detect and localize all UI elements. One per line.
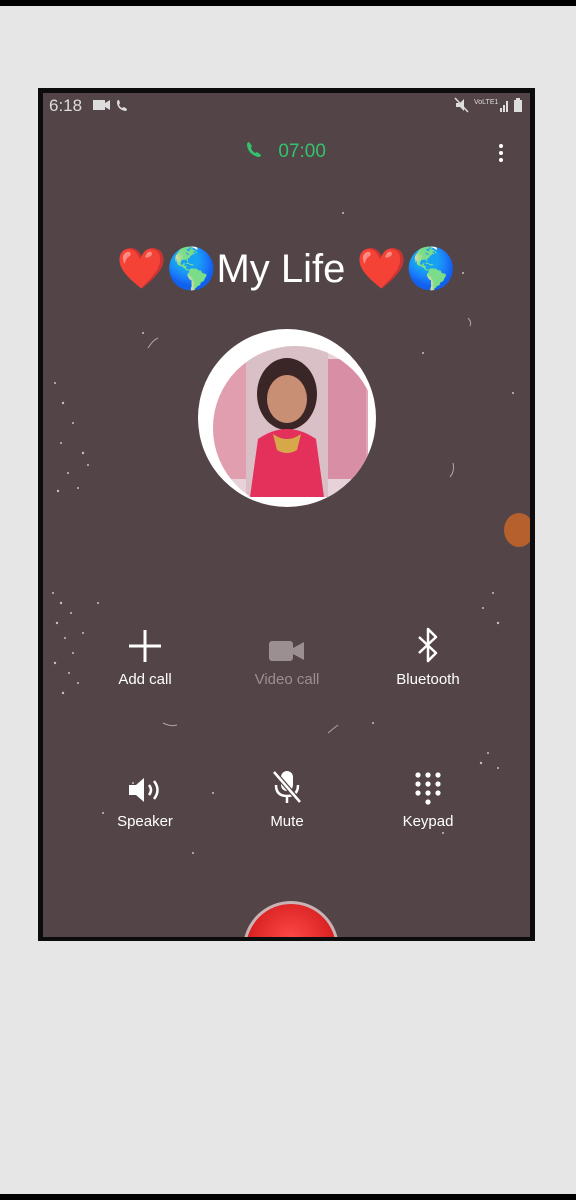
- more-options-icon[interactable]: [498, 143, 504, 163]
- bluetooth-label: Bluetooth: [396, 671, 460, 688]
- signal-icon: [500, 101, 508, 112]
- mute-icon: [454, 97, 469, 113]
- caller-name: ❤️🌎My Life ❤️🌎: [116, 247, 457, 291]
- bluetooth-button[interactable]: Bluetooth: [368, 619, 488, 688]
- microphone-off-icon: [227, 761, 347, 805]
- bluetooth-icon: [368, 619, 488, 663]
- floating-app-bubble[interactable]: [504, 513, 530, 547]
- end-call-button[interactable]: [243, 901, 339, 937]
- phone-icon: [117, 100, 127, 111]
- status-icons-left: [93, 97, 137, 118]
- keypad-icon: [368, 761, 488, 805]
- battery-icon: [514, 98, 522, 112]
- mute-button[interactable]: Mute: [227, 761, 347, 830]
- plus-icon: [85, 619, 205, 663]
- video-record-icon: [93, 100, 110, 110]
- speaker-label: Speaker: [117, 813, 173, 830]
- video-camera-icon: [227, 619, 347, 663]
- phone-icon: [247, 141, 263, 163]
- status-bar: 6:18 VoLTE1: [43, 93, 530, 119]
- speaker-icon: [85, 761, 205, 805]
- status-time: 6:18: [49, 96, 83, 115]
- volte-label: VoLTE1: [474, 99, 498, 106]
- video-call-button[interactable]: Video call: [227, 619, 347, 688]
- volte-icon: VoLTE1: [474, 99, 498, 106]
- speaker-button[interactable]: Speaker: [85, 761, 205, 830]
- caller-avatar: [198, 329, 376, 507]
- video-call-label: Video call: [254, 671, 320, 688]
- keypad-label: Keypad: [402, 813, 454, 830]
- add-call-label: Add call: [118, 671, 172, 688]
- status-icons-right: VoLTE1: [454, 95, 526, 120]
- keypad-button[interactable]: Keypad: [368, 761, 488, 830]
- call-screen: 6:18 VoLTE1 07:00 ❤️🌎My Life ❤️🌎 Add cal…: [43, 93, 530, 937]
- call-timer: 07:00: [43, 141, 530, 163]
- top-border: [0, 0, 576, 6]
- add-call-button[interactable]: Add call: [85, 619, 205, 688]
- call-duration: 07:00: [278, 141, 326, 163]
- bottom-border: [0, 1194, 576, 1200]
- mute-label: Mute: [270, 813, 304, 830]
